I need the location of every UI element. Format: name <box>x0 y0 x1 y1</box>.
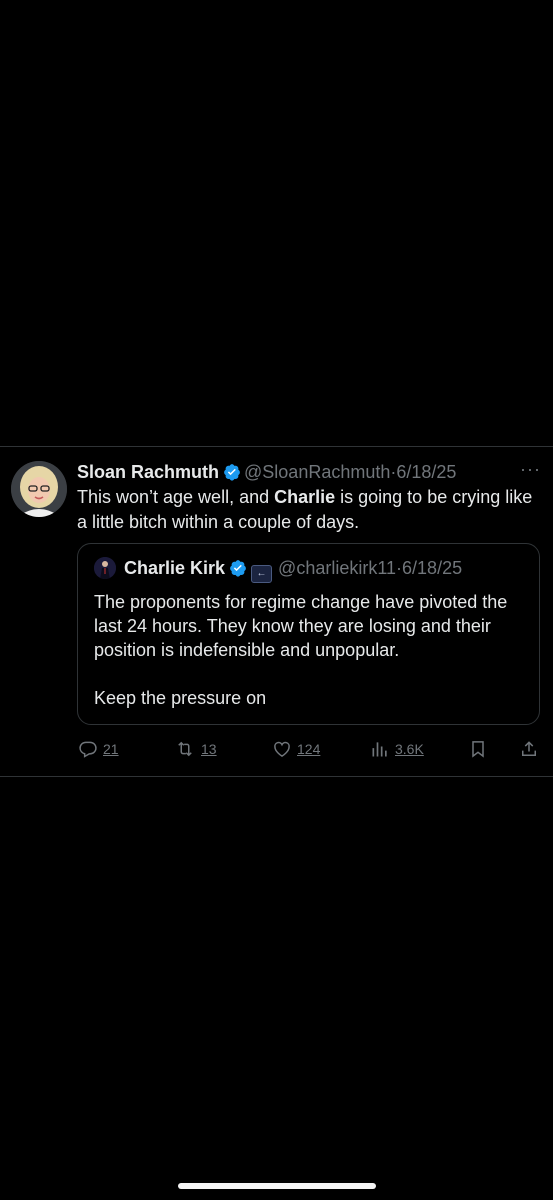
screen: { "tweet": { "author_name": "Sloan Rachm… <box>0 0 553 1200</box>
quoted-author-avatar-image <box>94 557 116 579</box>
bottom-divider <box>0 776 553 777</box>
like-count: 124 <box>297 741 321 757</box>
like-button[interactable]: 124 <box>272 737 320 761</box>
views-count: 3.6K <box>395 741 424 757</box>
author-handle[interactable]: @SloanRachmuth <box>244 462 390 482</box>
quoted-tweet-date[interactable]: 6/18/25 <box>402 558 462 578</box>
tweet-text: This won’t age well, and Charlie is goin… <box>77 485 539 535</box>
author-avatar-image <box>11 461 67 517</box>
share-button[interactable] <box>519 737 539 761</box>
next-tweet-cutoff <box>30 790 500 796</box>
tweet-actions: 21 13 124 3.6K <box>78 737 540 761</box>
quoted-paragraph-2: Keep the pressure on <box>94 688 267 708</box>
tweet-text-bold: Charlie <box>274 487 336 507</box>
affiliation-badge-icon[interactable]: ← <box>251 565 273 583</box>
quoted-verified-badge-icon <box>229 559 247 583</box>
bookmark-icon <box>472 741 484 758</box>
verified-badge-icon <box>223 463 241 487</box>
tweet-text-part-1: This won’t age well, and <box>77 487 275 507</box>
quoted-author-name[interactable]: Charlie Kirk <box>124 558 225 578</box>
tweet-date[interactable]: 6/18/25 <box>396 462 456 482</box>
quoted-tweet-header: Charlie Kirk ← @charliekirk11·6/18/25 <box>94 556 462 583</box>
quoted-author-avatar[interactable] <box>94 557 116 579</box>
quoted-tweet[interactable]: Charlie Kirk ← @charliekirk11·6/18/25 The … <box>77 543 540 725</box>
tweet-header: Sloan Rachmuth @SloanRachmuth·6/18/25 <box>77 460 537 484</box>
quoted-author-handle[interactable]: @charliekirk11 <box>278 558 396 578</box>
like-icon <box>274 741 290 757</box>
more-options-icon[interactable]: ··· <box>520 460 541 478</box>
reply-count: 21 <box>103 741 119 757</box>
repost-button[interactable]: 13 <box>174 737 217 761</box>
quoted-paragraph-1: The proponents for regime change have pi… <box>94 592 508 660</box>
author-avatar[interactable] <box>11 461 67 517</box>
reply-icon <box>79 741 97 758</box>
views-button[interactable]: 3.6K <box>370 737 424 761</box>
quoted-tweet-text: The proponents for regime change have pi… <box>94 590 524 710</box>
home-indicator[interactable] <box>178 1183 376 1189</box>
views-icon <box>372 742 387 757</box>
repost-count: 13 <box>201 741 217 757</box>
reply-button[interactable]: 21 <box>78 737 119 761</box>
tweet[interactable]: Sloan Rachmuth @SloanRachmuth·6/18/25 ···… <box>0 447 553 777</box>
share-icon <box>522 741 536 756</box>
author-name[interactable]: Sloan Rachmuth <box>77 462 219 482</box>
bookmark-button[interactable] <box>468 737 488 761</box>
repost-icon <box>178 741 192 757</box>
